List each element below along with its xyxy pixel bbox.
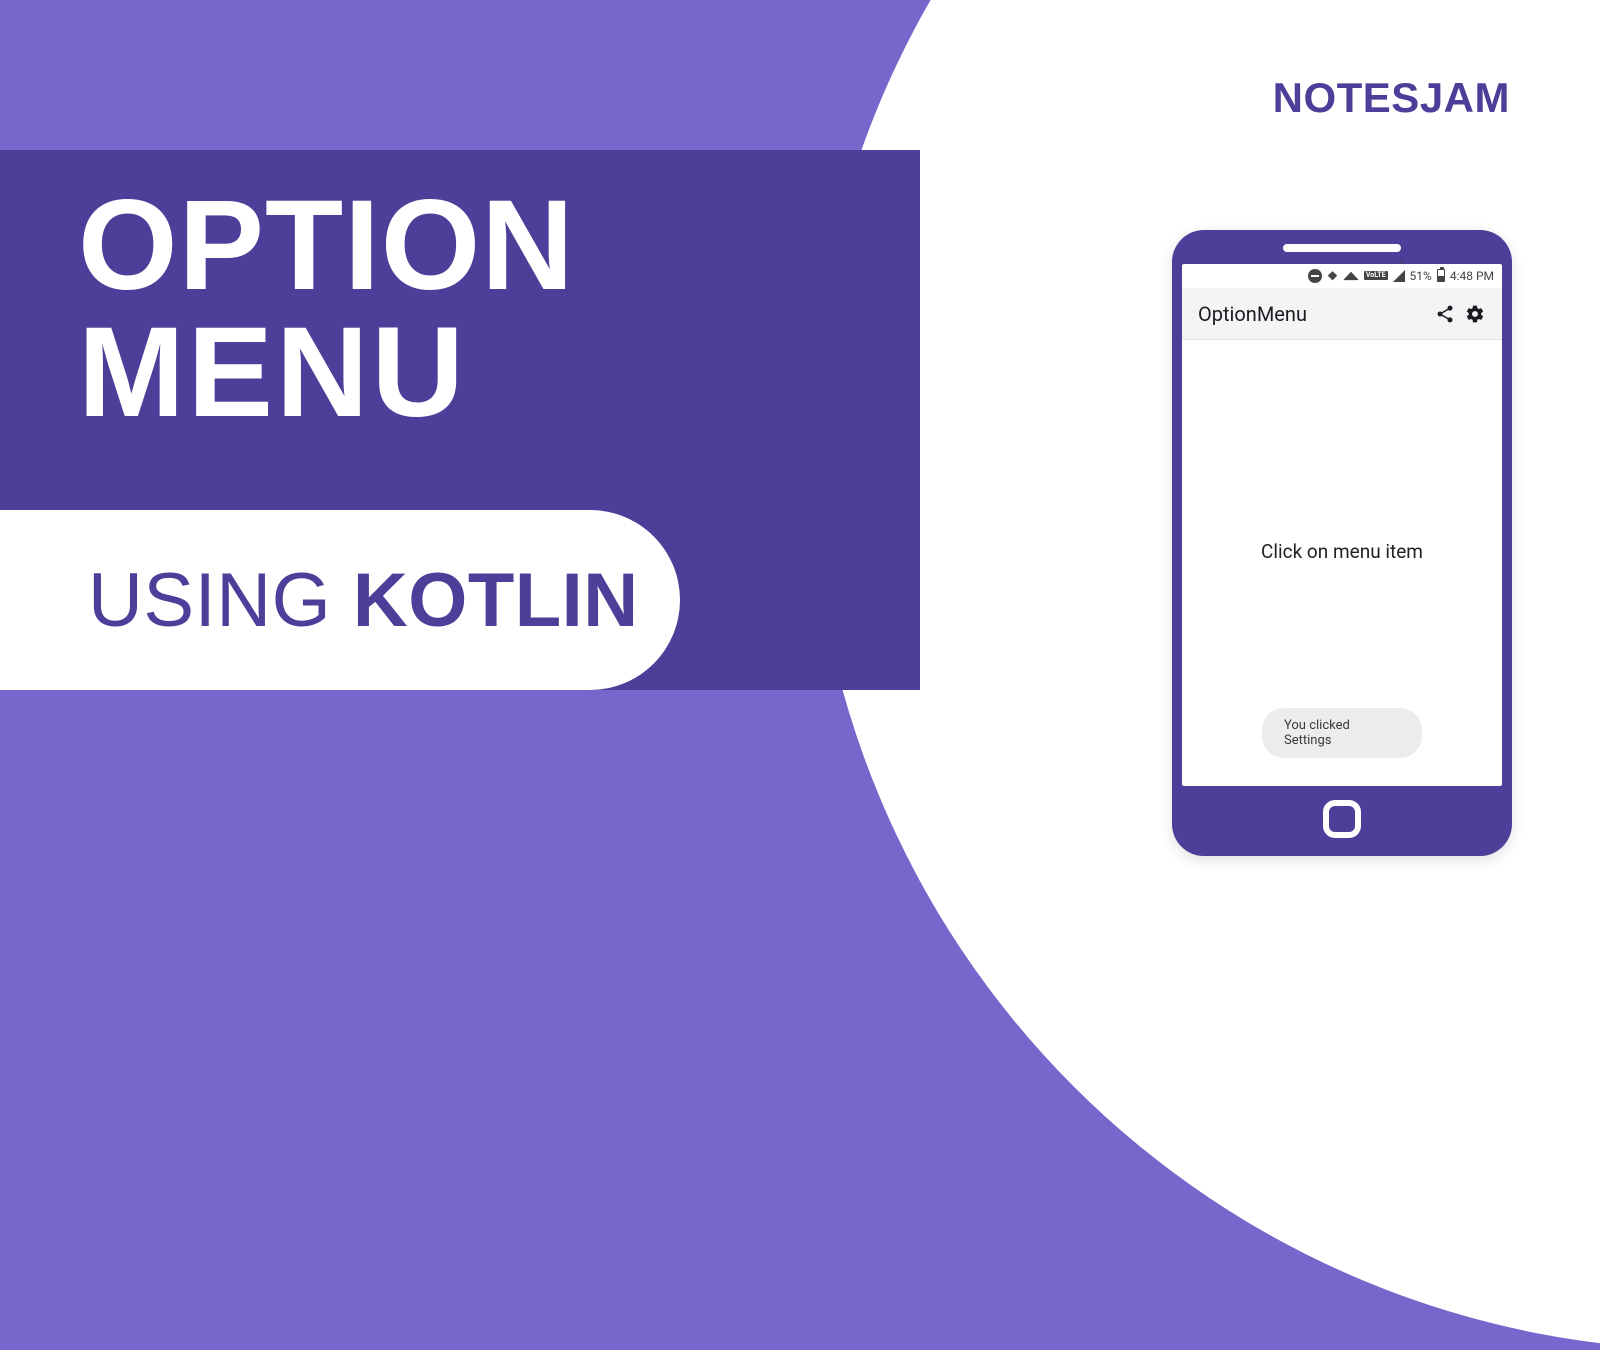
headline-line1: OPTION — [78, 183, 575, 310]
subtitle: USING KOTLIN — [88, 557, 639, 644]
wifi-icon — [1343, 271, 1359, 279]
appbar-title: OptionMenu — [1198, 302, 1430, 326]
bluetooth-icon: ❖ — [1327, 269, 1338, 283]
signal-icon — [1393, 270, 1405, 282]
clock: 4:48 PM — [1450, 269, 1494, 283]
toast-message: You clicked Settings — [1262, 708, 1422, 758]
dnd-icon — [1308, 269, 1322, 283]
app-content: Click on menu item You clicked Settings — [1182, 340, 1502, 786]
hint-text: Click on menu item — [1261, 540, 1423, 563]
status-bar: ❖ VoLTE 51% 4:48 PM — [1182, 264, 1502, 288]
subtitle-thin: USING — [88, 558, 353, 643]
phone-home-button[interactable] — [1323, 800, 1361, 838]
headline: OPTION MENU — [78, 183, 575, 436]
volte-badge: VoLTE — [1364, 271, 1388, 280]
phone-screen: ❖ VoLTE 51% 4:48 PM OptionMenu Click on … — [1182, 264, 1502, 786]
share-icon[interactable] — [1430, 299, 1460, 329]
app-bar: OptionMenu — [1182, 288, 1502, 340]
battery-icon — [1437, 269, 1445, 282]
gear-icon[interactable] — [1460, 299, 1490, 329]
phone-mockup: ❖ VoLTE 51% 4:48 PM OptionMenu Click on … — [1172, 230, 1512, 856]
brand-label: NOTESJAM — [1273, 74, 1510, 122]
subtitle-pill: USING KOTLIN — [0, 510, 680, 690]
phone-speaker — [1283, 244, 1401, 252]
subtitle-bold: KOTLIN — [353, 558, 639, 643]
battery-pct: 51% — [1410, 269, 1432, 283]
headline-line2: MENU — [78, 310, 575, 437]
